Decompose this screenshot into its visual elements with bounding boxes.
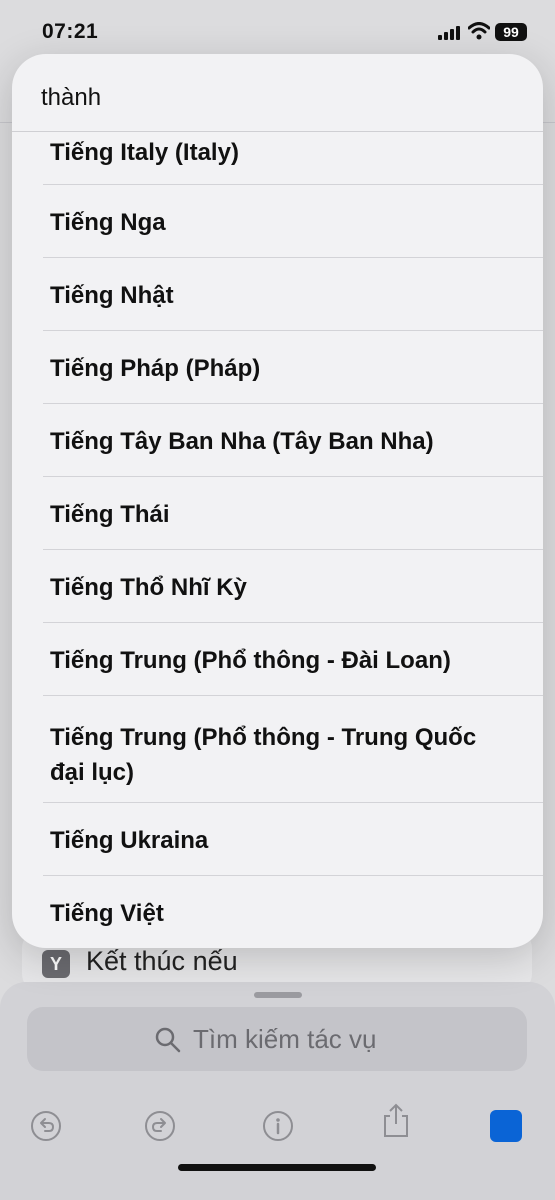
share-icon[interactable] bbox=[381, 1102, 411, 1138]
undo-icon[interactable] bbox=[30, 1110, 62, 1142]
language-item-chinese-mainland[interactable]: Tiếng Trung (Phổ thông - Trung Quốc đại … bbox=[43, 696, 543, 803]
language-picker-popup: thành Tiếng Italy (Italy) Tiếng Nga Tiến… bbox=[12, 54, 543, 948]
language-item-italy[interactable]: Tiếng Italy (Italy) bbox=[43, 132, 543, 185]
list-item-label: Tiếng Trung (Phổ thông - Đài Loan) bbox=[50, 647, 451, 674]
language-item-spanish[interactable]: Tiếng Tây Ban Nha (Tây Ban Nha) bbox=[43, 404, 543, 477]
language-list: Tiếng Italy (Italy) Tiếng Nga Tiếng Nhật… bbox=[12, 132, 543, 948]
list-item-label: Tiếng Tây Ban Nha (Tây Ban Nha) bbox=[50, 428, 434, 455]
branch-icon: Y bbox=[42, 950, 70, 978]
list-item-label: Tiếng Italy (Italy) bbox=[50, 139, 239, 166]
list-item-label: Tiếng Ukraina bbox=[50, 827, 209, 854]
search-icon bbox=[155, 1027, 181, 1053]
stop-button[interactable] bbox=[490, 1110, 522, 1142]
status-time: 07:21 bbox=[42, 20, 99, 43]
sheet-grabber[interactable] bbox=[254, 992, 302, 998]
home-indicator bbox=[178, 1164, 376, 1171]
list-item-label: Tiếng Pháp (Pháp) bbox=[50, 355, 261, 382]
redo-icon[interactable] bbox=[144, 1110, 176, 1142]
list-item-label: Tiếng Việt bbox=[50, 900, 164, 927]
language-item-thai[interactable]: Tiếng Thái bbox=[43, 477, 543, 550]
end-if-label: Kết thúc nếu bbox=[86, 946, 238, 976]
wifi-icon bbox=[468, 22, 490, 40]
language-item-japanese[interactable]: Tiếng Nhật bbox=[43, 258, 543, 331]
actions-bottom-sheet: Tìm kiếm tác vụ bbox=[0, 982, 555, 1200]
language-item-vietnamese[interactable]: Tiếng Việt bbox=[43, 876, 543, 948]
cellular-signal-icon bbox=[438, 26, 460, 40]
language-item-turkish[interactable]: Tiếng Thổ Nhĩ Kỳ bbox=[43, 550, 543, 623]
list-item-label: Tiếng Nhật bbox=[50, 282, 174, 309]
status-bar: 07:21 99 bbox=[0, 0, 555, 60]
list-item-label: Tiếng Nga bbox=[50, 209, 166, 236]
language-item-french[interactable]: Tiếng Pháp (Pháp) bbox=[43, 331, 543, 404]
search-placeholder: Tìm kiếm tác vụ bbox=[193, 1024, 377, 1054]
list-item-label: Tiếng Trung (Phổ thông - Trung Quốc đại … bbox=[50, 724, 477, 786]
list-item-label: Tiếng Thái bbox=[50, 501, 170, 528]
search-actions-input[interactable]: Tìm kiếm tác vụ bbox=[27, 1007, 527, 1071]
info-icon[interactable] bbox=[262, 1110, 294, 1142]
battery-indicator: 99 bbox=[495, 23, 527, 41]
language-item-chinese-taiwan[interactable]: Tiếng Trung (Phổ thông - Đài Loan) bbox=[43, 623, 543, 696]
language-item-russian[interactable]: Tiếng Nga bbox=[43, 185, 543, 258]
list-item-label: Tiếng Thổ Nhĩ Kỳ bbox=[50, 574, 247, 601]
language-item-ukrainian[interactable]: Tiếng Ukraina bbox=[43, 803, 543, 876]
editor-toolbar bbox=[0, 1092, 555, 1152]
popup-search-text[interactable]: thành bbox=[41, 84, 101, 112]
